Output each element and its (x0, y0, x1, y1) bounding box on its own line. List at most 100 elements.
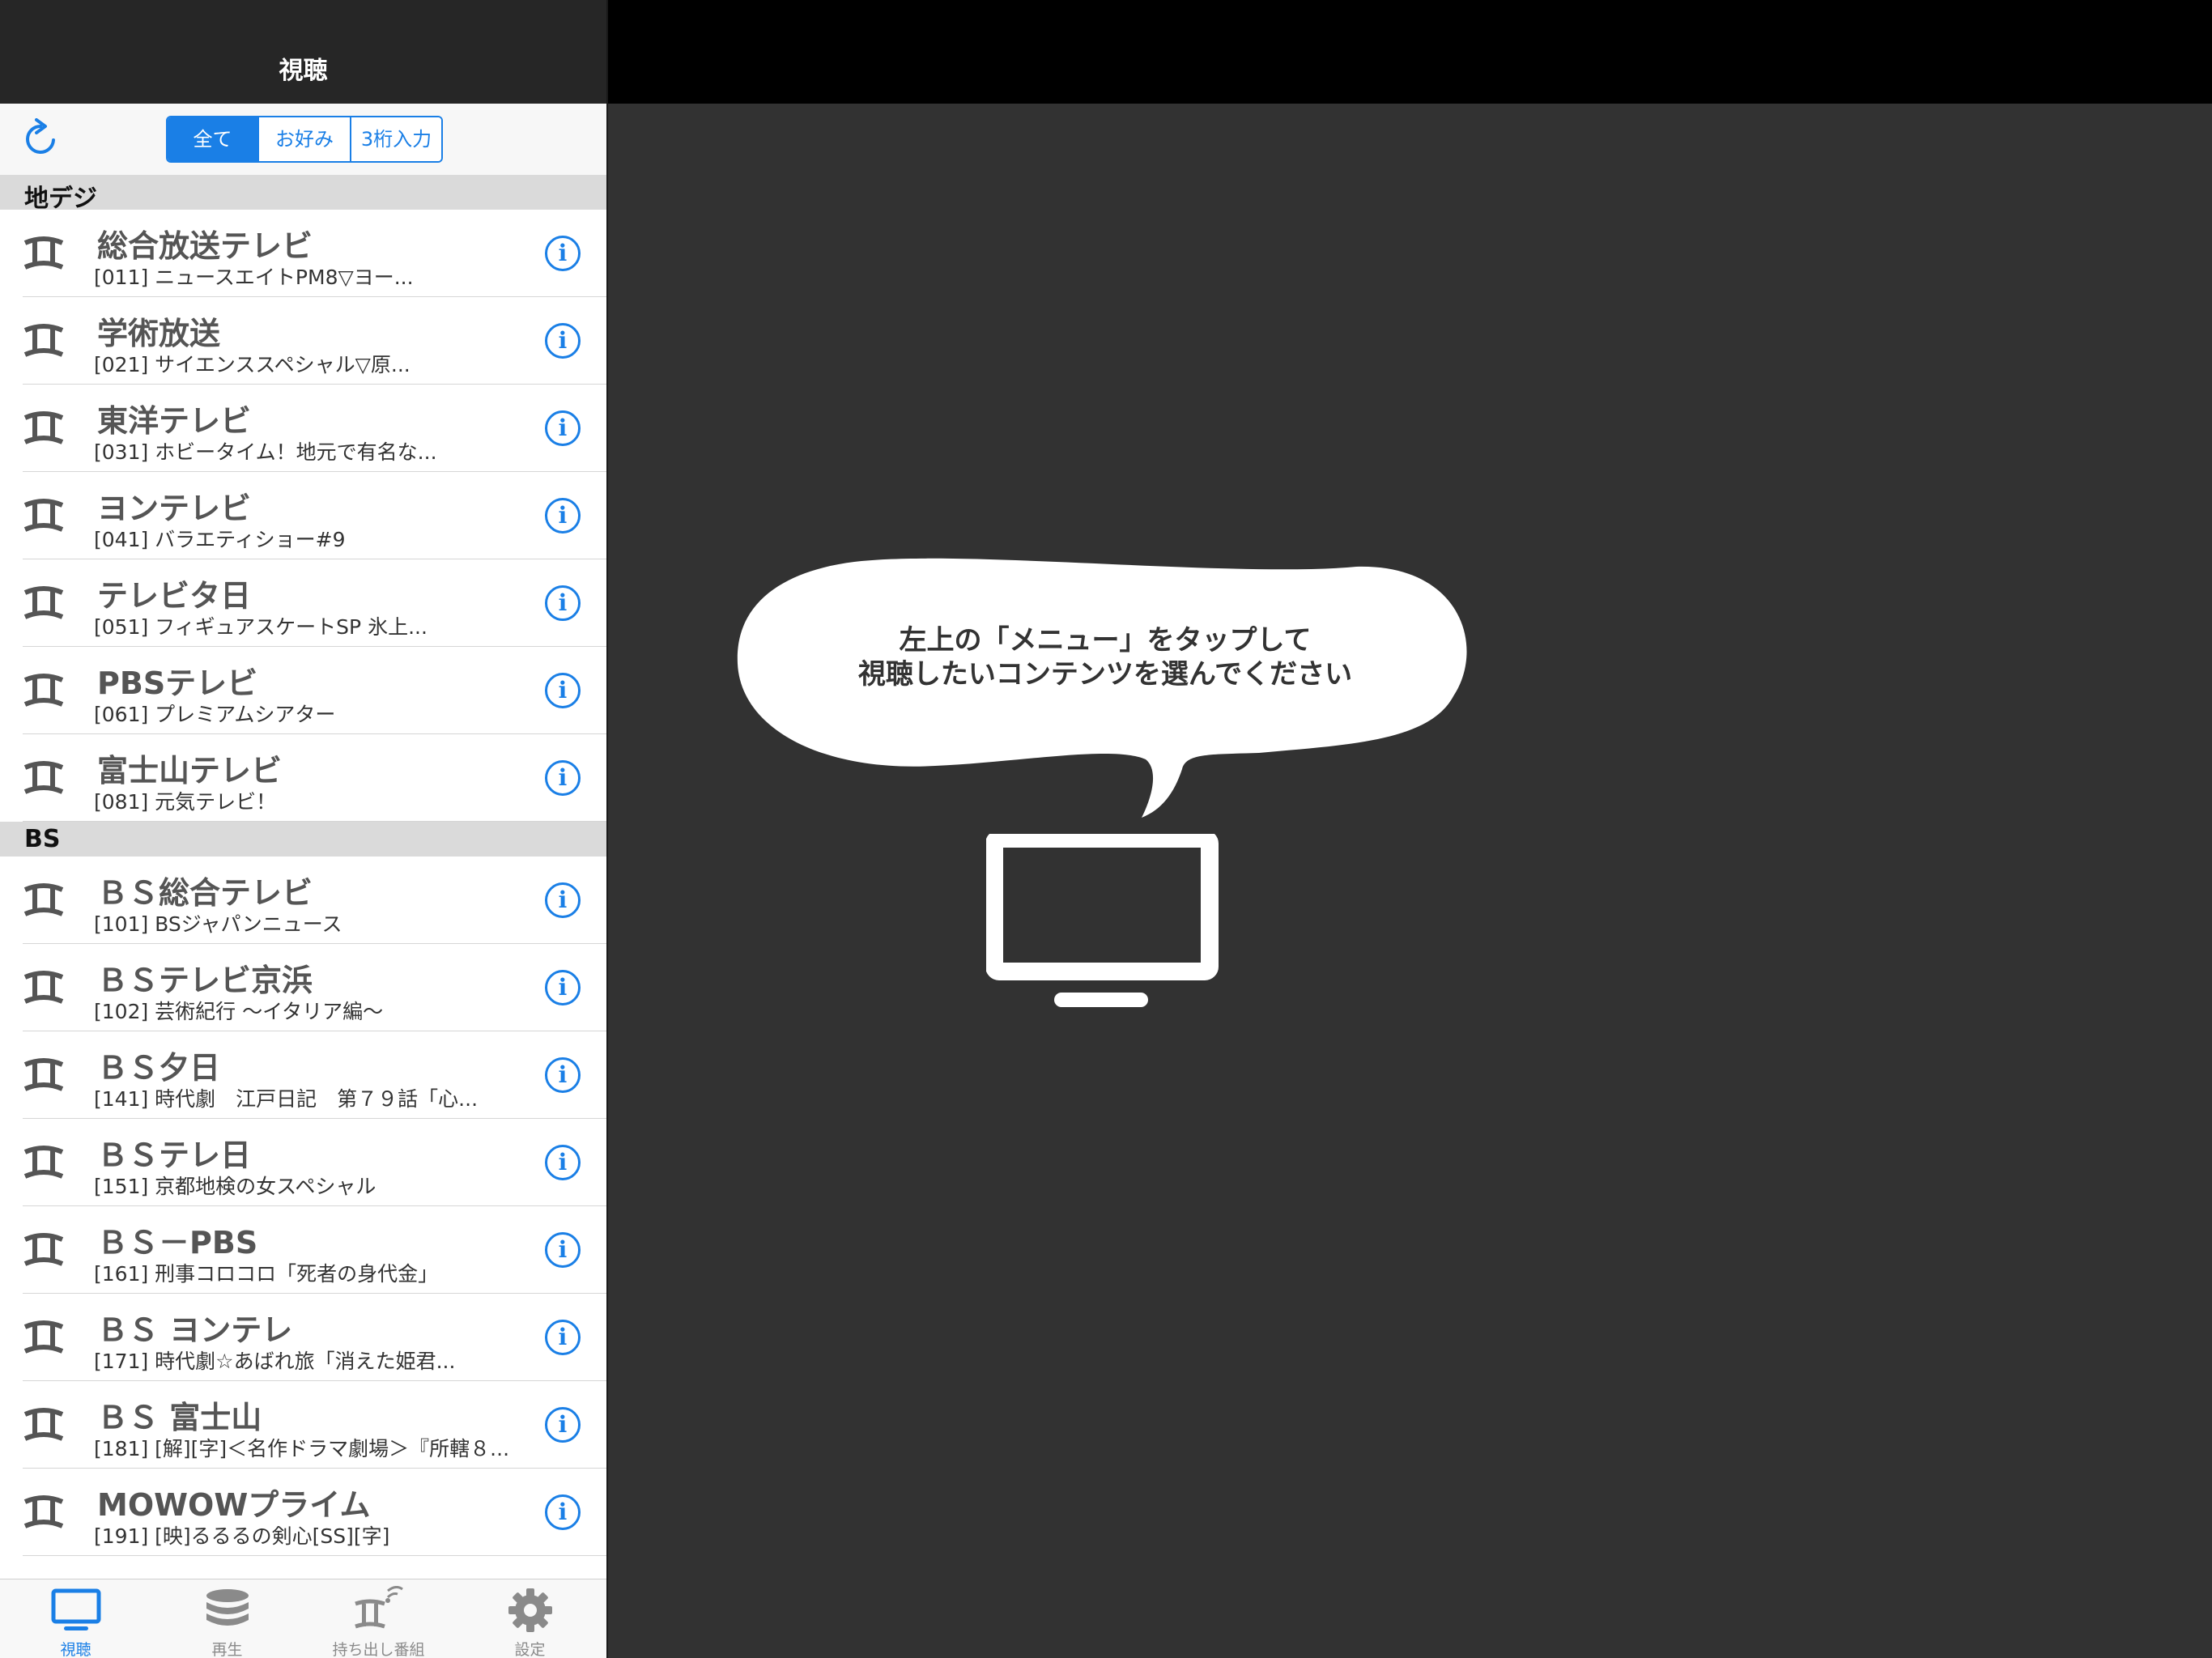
page-title: 視聴 (279, 57, 328, 85)
info-icon[interactable]: i (545, 1320, 581, 1355)
program-title: [061] プレミアムシアター (94, 703, 336, 726)
channel-name: 総合放送テレビ (97, 228, 313, 264)
tab-label: 持ち出し番組 (332, 1641, 425, 1658)
antenna-icon (23, 1408, 64, 1441)
antenna-icon (23, 236, 64, 270)
channel-row[interactable]: ＢＳ総合テレビ [101] BSジャパンニュース i (0, 857, 606, 944)
channel-name: ＢＳ－PBS (97, 1225, 258, 1261)
channel-name: ＢＳテレビ京浜 (97, 963, 313, 998)
info-icon[interactable]: i (545, 673, 581, 708)
segment-all[interactable]: 全て (168, 117, 257, 161)
channel-row[interactable]: ＢＳテレビ京浜 [102] 芸術紀行 〜イタリア編〜 i (0, 944, 606, 1031)
section-header-terrestrial: 地デジ (0, 175, 606, 213)
info-icon[interactable]: i (545, 323, 581, 359)
antenna-signal-icon (355, 1586, 403, 1629)
channel-row[interactable]: 東洋テレビ [031] ホビータイム！地元で有名な... i (0, 385, 606, 472)
program-title: [031] ホビータイム！地元で有名な... (94, 440, 437, 464)
channel-row[interactable]: テレビタ日 [051] フィギュアスケートSP 氷上... i (0, 559, 606, 647)
program-title: [011] ニュースエイトPM8▽ヨー... (94, 266, 414, 289)
section-header-bs: BS (0, 822, 606, 857)
program-title: [102] 芸術紀行 〜イタリア編〜 (94, 1000, 384, 1023)
program-title: [141] 時代劇 江戸日記 第７９話「心... (94, 1087, 479, 1111)
detail-area (608, 104, 2212, 1658)
program-title: [151] 京都地検の女スペシャル (94, 1175, 376, 1198)
antenna-icon (23, 971, 64, 1004)
antenna-icon (23, 1495, 64, 1528)
antenna-icon (23, 1146, 64, 1179)
info-icon[interactable]: i (545, 236, 581, 271)
tab-takeout-programs[interactable]: 持ち出し番組 (303, 1579, 454, 1658)
info-icon[interactable]: i (545, 498, 581, 534)
antenna-icon (23, 761, 64, 794)
info-icon[interactable]: i (545, 760, 581, 796)
tab-watch[interactable]: 視聴 (0, 1579, 151, 1658)
antenna-icon (23, 1233, 64, 1266)
channel-name: ＢＳ 富士山 (97, 1400, 262, 1435)
channel-list: 地デジ 総合放送テレビ [011] ニュースエイトPM8▽ヨー... i 学術放送[… (0, 175, 606, 1605)
disc-stack-icon (206, 1589, 249, 1626)
program-title: [051] フィギュアスケートSP 氷上... (94, 615, 428, 639)
antenna-icon (23, 411, 64, 444)
info-icon[interactable]: i (545, 410, 581, 446)
tab-label: 視聴 (60, 1641, 91, 1658)
channel-name: ヨンテレビ (97, 491, 252, 526)
info-icon[interactable]: i (545, 1145, 581, 1180)
tv-icon (986, 834, 1219, 1007)
antenna-icon (23, 1320, 64, 1354)
program-title: [021] サイエンススペシャル▽原... (94, 353, 410, 376)
channel-row[interactable]: ＢＳテレ日 [151] 京都地検の女スペシャル i (0, 1119, 606, 1206)
info-icon[interactable]: i (545, 585, 581, 621)
info-icon[interactable]: i (545, 1232, 581, 1268)
tab-playback[interactable]: 再生 (151, 1579, 303, 1658)
channel-name: 富士山テレビ (97, 753, 283, 789)
tab-settings[interactable]: 設定 (454, 1579, 606, 1658)
channel-name: 東洋テレビ (97, 403, 252, 439)
channel-name: ＢＳ夕日 (97, 1050, 221, 1086)
channel-name: テレビタ日 (97, 578, 252, 614)
channel-name: ＢＳ ヨンテレ (97, 1312, 293, 1348)
channel-row[interactable]: ＢＳ夕日 [141] 時代劇 江戸日記 第７９話「心... i (0, 1031, 606, 1119)
tab-bar: 視聴 再生 持ち出し番組 設定 (0, 1579, 606, 1658)
channel-row[interactable]: 総合放送テレビ [011] ニュースエイトPM8▽ヨー... i (0, 210, 606, 297)
info-icon[interactable]: i (545, 1057, 581, 1093)
tab-label: 再生 (211, 1641, 243, 1658)
segment-favorites[interactable]: お好み (257, 117, 350, 161)
channel-row[interactable]: PBSテレビ [061] プレミアムシアター i (0, 647, 606, 734)
info-icon[interactable]: i (545, 1407, 581, 1443)
program-title: [081] 元気テレビ！ (94, 790, 277, 814)
tab-label: 設定 (514, 1641, 546, 1658)
channel-row[interactable]: ＢＳ ヨンテレ [171] 時代劇☆あばれ旅「消えた姫君... i (0, 1294, 606, 1381)
info-icon[interactable]: i (545, 970, 581, 1005)
channel-row[interactable]: 富士山テレビ [081] 元気テレビ！ i (0, 734, 606, 822)
instruction-message: 左上の「メニュー」をタップして 視聴したいコンテンツを選んでください (761, 623, 1449, 691)
channel-name: PBSテレビ (97, 665, 258, 701)
channel-name: ＢＳテレ日 (97, 1137, 252, 1173)
channel-row[interactable]: 学術放送 [021] サイエンススペシャル▽原... i (0, 297, 606, 385)
antenna-icon (23, 586, 64, 619)
tv-icon (51, 1588, 101, 1630)
channel-name: 学術放送 (97, 316, 221, 351)
antenna-icon (23, 324, 64, 357)
channel-name: ＢＳ総合テレビ (97, 875, 313, 911)
segment-3digit-input[interactable]: 3桁入力 (350, 117, 441, 161)
channel-row[interactable]: ヨンテレビ [041] バラエティショー#9 i (0, 472, 606, 559)
section-title: 地デジ (24, 185, 97, 213)
program-title: [041] バラエティショー#9 (94, 528, 346, 551)
program-title: [181] [解][字]＜名作ドラマ劇場＞『所轄８... (94, 1437, 510, 1460)
channel-row[interactable]: ＢＳ－PBS [161] 刑事コロコロ「死者の身代金」 i (0, 1206, 606, 1294)
info-icon[interactable]: i (545, 882, 581, 918)
channel-panel: 視聴 全て お好み 3桁入力 地デジ 総合放送テレビ [011] ニュースエイトP… (0, 0, 606, 1658)
channel-row[interactable]: MOWOWプライム [191] [映]るるるの剣心[SS][字] i (0, 1469, 606, 1556)
antenna-icon (23, 674, 64, 707)
info-icon[interactable]: i (545, 1494, 581, 1530)
channel-row[interactable]: ＢＳ 富士山 [181] [解][字]＜名作ドラマ劇場＞『所轄８... i (0, 1381, 606, 1469)
gear-icon (508, 1588, 552, 1632)
channel-toolbar: 全て お好み 3桁入力 (0, 104, 606, 175)
antenna-icon (23, 883, 64, 916)
refresh-icon[interactable] (21, 118, 60, 160)
channel-filter-segmented-control: 全て お好み 3桁入力 (166, 116, 443, 163)
program-title: [101] BSジャパンニュース (94, 912, 342, 936)
channel-name: MOWOWプライム (97, 1487, 371, 1523)
section-title: BS (24, 825, 61, 853)
program-title: [191] [映]るるるの剣心[SS][字] (94, 1524, 390, 1548)
